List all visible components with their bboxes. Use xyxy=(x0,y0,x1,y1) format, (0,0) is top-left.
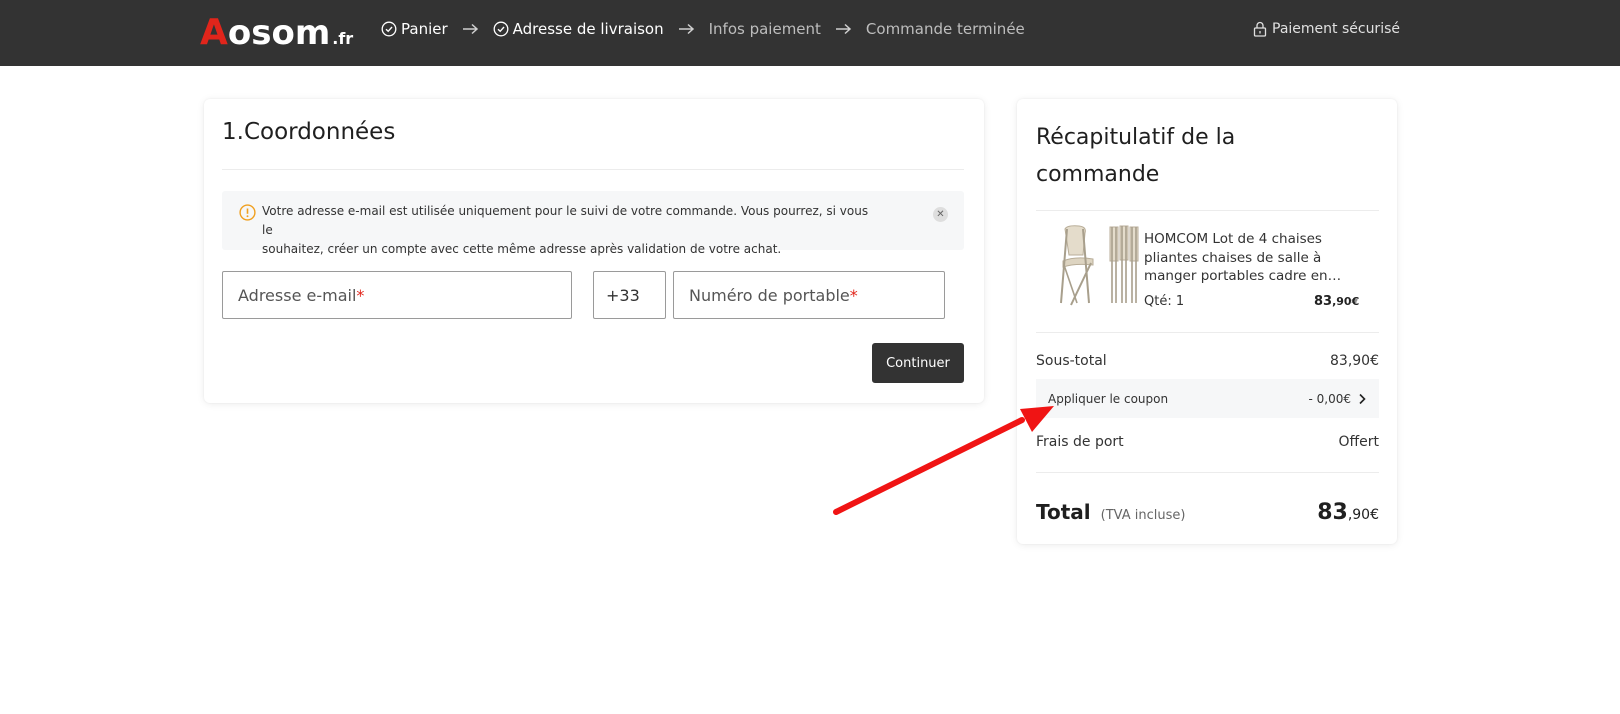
product-name[interactable]: HOMCOM Lot de 4 chaises pliantes chaises… xyxy=(1144,230,1359,286)
notice-text-line1: Votre adresse e-mail est utilisée unique… xyxy=(262,204,869,237)
check-circle-icon xyxy=(493,21,509,37)
section-title: 1.Coordonnées xyxy=(222,119,396,145)
subtotal-row: Sous-total 83,90€ xyxy=(1036,351,1379,371)
arrow-right-icon xyxy=(835,23,852,35)
checkout-steps: Panier Adresse de livraison Infos paieme… xyxy=(381,17,1025,41)
divider xyxy=(1036,472,1379,473)
arrow-right-icon xyxy=(678,23,694,35)
divider xyxy=(1036,210,1379,211)
chevron-right-icon xyxy=(1359,393,1366,404)
coupon-value: - 0,00€ xyxy=(1308,391,1352,406)
shipping-label: Frais de port xyxy=(1036,434,1124,450)
contact-card: 1.Coordonnées Votre adresse e-mail est u… xyxy=(204,99,984,403)
order-summary-card: Récapitulatif de la commande HOMCOM Lot … xyxy=(1017,99,1397,544)
divider xyxy=(222,169,964,170)
product-image[interactable] xyxy=(1055,225,1147,307)
total-value: 83,90€ xyxy=(1317,499,1379,525)
lock-icon xyxy=(1253,21,1267,37)
email-field[interactable]: Adresse e-mail * xyxy=(222,271,572,319)
phone-field[interactable]: Numéro de portable * xyxy=(673,271,945,319)
step-commande-terminee: Commande terminée xyxy=(865,20,1025,38)
secure-payment: Paiement sécurisé xyxy=(1253,17,1400,41)
product-price: 83,90€ xyxy=(1314,294,1360,309)
apply-coupon-button[interactable]: Appliquer le coupon - 0,00€ xyxy=(1036,379,1379,418)
total-note: (TVA incluse) xyxy=(1100,508,1186,523)
subtotal-label: Sous-total xyxy=(1036,353,1107,369)
shipping-row: Frais de port Offert xyxy=(1036,432,1379,452)
product-qty: Qté: 1 xyxy=(1144,294,1185,309)
close-icon[interactable]: ✕ xyxy=(933,207,948,222)
notice-text-line2: souhaitez, créer un compte avec cette mê… xyxy=(262,242,782,256)
arrow-right-icon xyxy=(462,23,478,35)
top-header: Aosom .fr Panier Adresse de livraison Inf… xyxy=(0,0,1620,66)
summary-title: Récapitulatif de la commande xyxy=(1036,125,1236,187)
email-notice: Votre adresse e-mail est utilisée unique… xyxy=(222,191,964,256)
step-adresse-livraison[interactable]: Adresse de livraison xyxy=(493,20,664,38)
country-code-select[interactable]: +33 xyxy=(593,271,666,319)
coupon-label: Appliquer le coupon xyxy=(1048,391,1169,406)
step-infos-paiement: Infos paiement xyxy=(708,20,821,38)
total-label: Total xyxy=(1036,500,1091,524)
continue-button[interactable]: Continuer xyxy=(872,343,964,383)
warning-icon xyxy=(239,204,256,221)
shipping-value: Offert xyxy=(1338,434,1379,450)
subtotal-value: 83,90€ xyxy=(1330,353,1379,369)
total-row: Total (TVA incluse) 83,90€ xyxy=(1036,497,1379,527)
divider xyxy=(1036,332,1379,333)
step-panier[interactable]: Panier xyxy=(381,20,448,38)
check-circle-icon xyxy=(381,21,397,37)
aosom-logo[interactable]: Aosom .fr xyxy=(200,10,353,56)
